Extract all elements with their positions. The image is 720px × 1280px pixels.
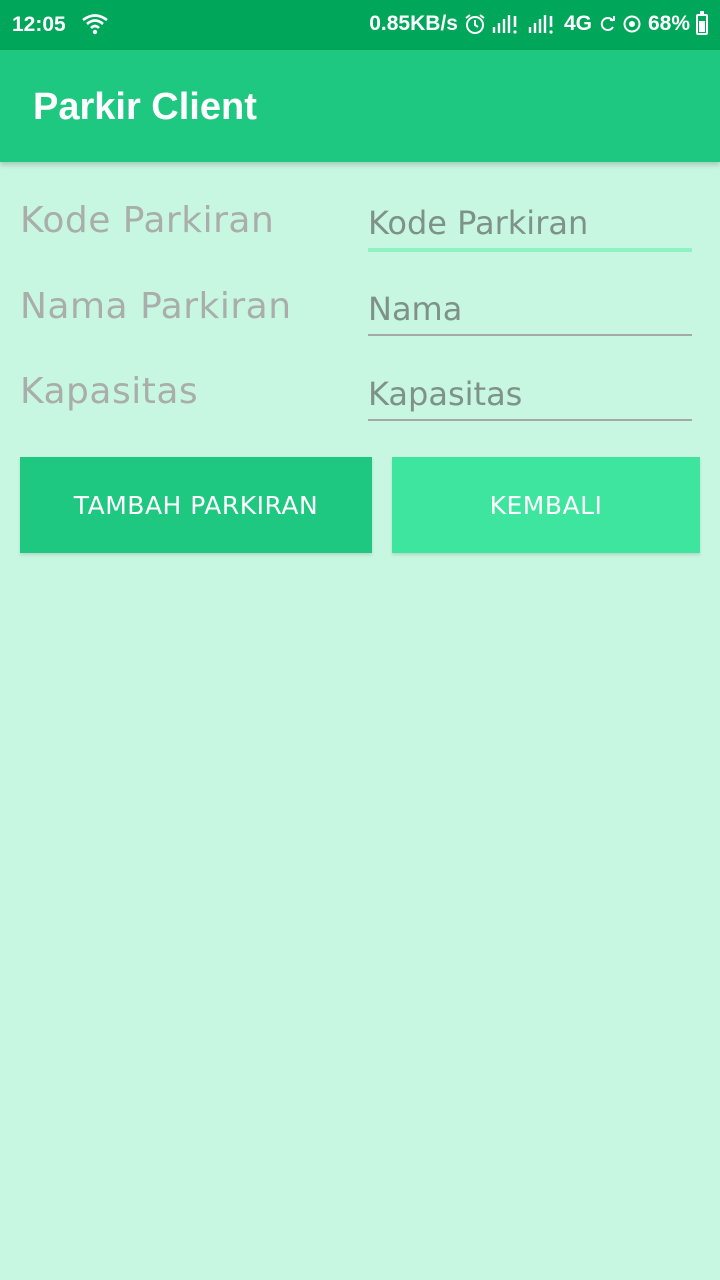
- signal-icon: [492, 15, 517, 34]
- kapasitas-label: Kapasitas: [20, 371, 199, 412]
- nama-parkiran-label: Nama Parkiran: [20, 286, 292, 327]
- signal-icon-2: [528, 15, 553, 34]
- battery-percent: 68%: [647, 12, 690, 35]
- kembali-button[interactable]: KEMBALI: [392, 457, 700, 553]
- clock: 12:05: [12, 13, 66, 36]
- battery-level: [699, 21, 705, 32]
- nama-field[interactable]: [368, 280, 692, 336]
- network-type: 4G: [563, 12, 592, 35]
- kode-parkiran-input[interactable]: [368, 204, 692, 242]
- alarm-icon: [465, 14, 485, 34]
- battery-icon: [696, 10, 708, 35]
- status-icons: 0.85KB/s 4G 68%: [369, 10, 708, 36]
- status-bar: 12:05 0.85KB/s 4G 68%: [0, 0, 720, 50]
- nama-input[interactable]: [368, 290, 692, 328]
- app-bar: Parkir Client: [0, 50, 720, 162]
- kode-parkiran-field[interactable]: [368, 196, 692, 252]
- kode-parkiran-label: Kode Parkiran: [20, 200, 275, 241]
- data-saver-icon: [623, 15, 641, 33]
- wifi-icon: [82, 14, 108, 35]
- network-speed: 0.85KB/s: [369, 12, 458, 35]
- tambah-parkiran-button[interactable]: TAMBAH PARKIRAN: [20, 457, 372, 553]
- kapasitas-input[interactable]: [368, 375, 692, 413]
- kapasitas-field[interactable]: [368, 365, 692, 421]
- sync-icon: [600, 16, 615, 31]
- app-title: Parkir Client: [33, 86, 257, 128]
